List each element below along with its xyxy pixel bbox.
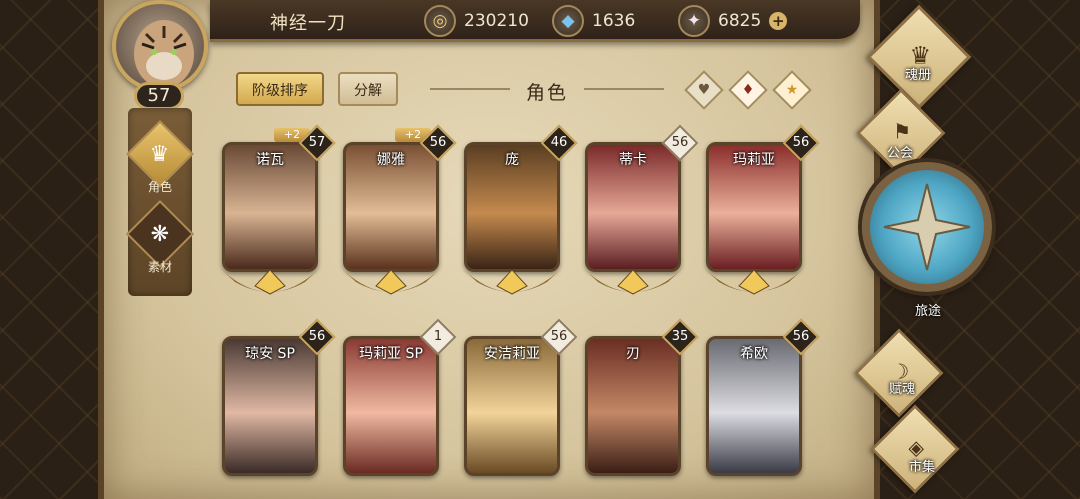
- nav-materials-label: 素材: [147, 260, 172, 274]
- rank-crest: [704, 268, 804, 295]
- gem-icon: ✦: [678, 5, 710, 37]
- add-gems-button[interactable]: +: [769, 12, 788, 30]
- decompose-tab[interactable]: 分解: [338, 72, 398, 106]
- nav-materials[interactable]: ❋: [126, 200, 194, 268]
- soulbook-icon: ♛: [866, 4, 972, 110]
- journey-label: 旅途: [914, 304, 941, 319]
- soul-grant-icon: ☽: [854, 328, 944, 418]
- nav-characters-label: 角色: [147, 180, 172, 194]
- nav-characters[interactable]: ♛: [126, 120, 194, 188]
- character-card[interactable]: 安洁莉亚: [464, 336, 560, 476]
- character-card[interactable]: 刃: [585, 336, 681, 476]
- character-card[interactable]: 庞: [464, 142, 560, 272]
- coin-icon: ◎: [424, 5, 456, 37]
- player-name: 神经一刀: [270, 13, 346, 34]
- character-card[interactable]: 玛莉亚: [706, 142, 802, 272]
- rank-crest: [583, 268, 683, 295]
- character-name: 安洁莉亚: [484, 346, 540, 362]
- character-name: 蒂卡: [619, 152, 647, 168]
- character-card[interactable]: 琼安 SP: [222, 336, 318, 476]
- coin-value: 230210: [464, 11, 529, 31]
- coin-counter: ◎ 230210: [424, 5, 529, 37]
- fire-icon: ♦: [741, 82, 755, 98]
- character-name: 诺瓦: [256, 152, 284, 168]
- character-name: 希欧: [740, 346, 768, 362]
- title-ornament-right: [584, 88, 664, 90]
- market-label: 市集: [908, 460, 935, 475]
- character-card[interactable]: 娜雅: [343, 142, 439, 272]
- character-name: 庞: [505, 152, 519, 168]
- crystal-icon: ◆: [552, 5, 584, 37]
- guild-label: 公会: [886, 146, 913, 161]
- character-card[interactable]: 玛莉亚 SP: [343, 336, 439, 476]
- character-name: 刃: [626, 346, 640, 362]
- title-ornament-left: [430, 88, 510, 90]
- character-name: 娜雅: [377, 152, 405, 168]
- character-name: 琼安 SP: [245, 346, 295, 362]
- rank-crest: [220, 268, 320, 295]
- character-card[interactable]: 诺瓦: [222, 142, 318, 272]
- sort-by-rank-tab[interactable]: 阶级排序: [236, 72, 324, 106]
- compass-icon: [883, 183, 971, 271]
- rank-crest: [462, 268, 562, 295]
- player-level-badge: 57: [134, 82, 184, 110]
- character-card[interactable]: 蒂卡: [585, 142, 681, 272]
- page-title: 角色: [526, 82, 569, 104]
- gem-counter: ✦ 6825 +: [678, 5, 788, 37]
- market-icon: ◈: [870, 404, 960, 494]
- crystal-value: 1636: [592, 11, 636, 31]
- crystal-counter: ◆ 1636: [552, 5, 635, 37]
- heart-icon: ♥: [697, 82, 711, 98]
- journey-button[interactable]: [862, 162, 992, 292]
- soulbook-label: 魂册: [904, 68, 931, 83]
- character-card[interactable]: 希欧: [706, 336, 802, 476]
- character-name: 玛莉亚: [733, 152, 775, 168]
- star-icon: ★: [785, 82, 799, 98]
- player-avatar[interactable]: [112, 0, 208, 92]
- rank-crest: [341, 268, 441, 295]
- soul-grant-label: 赋魂: [888, 382, 915, 397]
- gem-value: 6825: [718, 11, 762, 31]
- character-name: 玛莉亚 SP: [359, 346, 423, 362]
